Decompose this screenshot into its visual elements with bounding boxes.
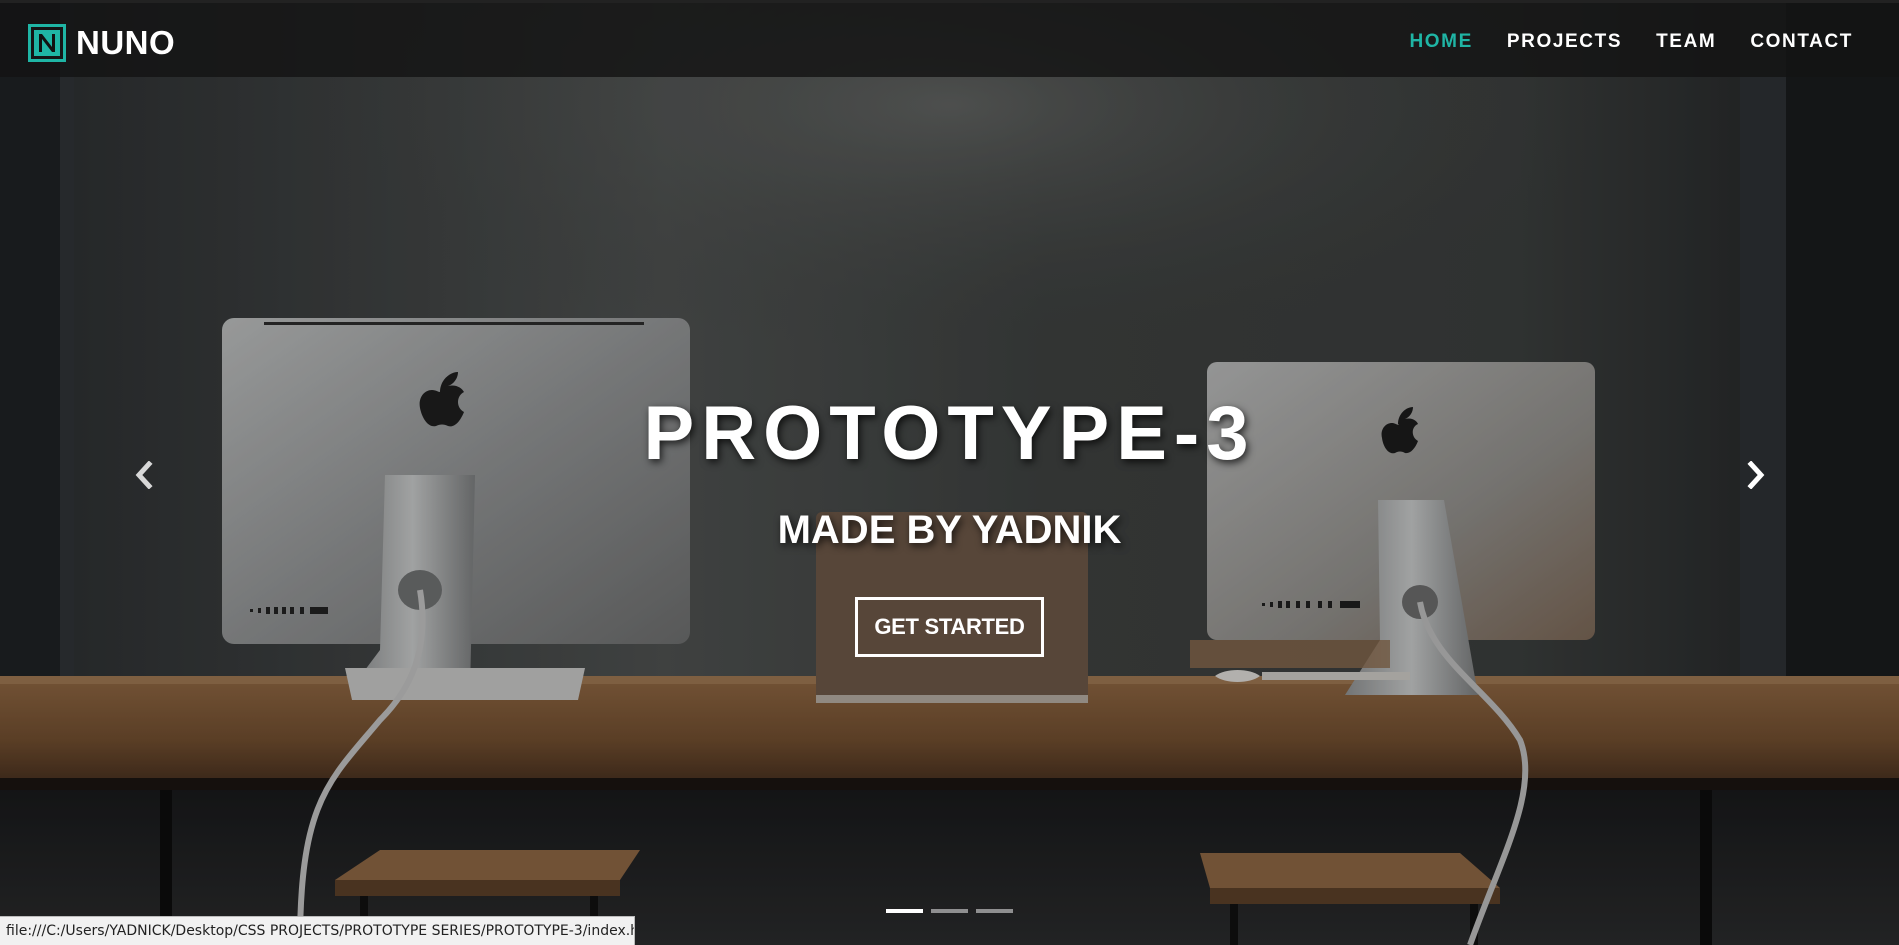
carousel-prev-button[interactable] — [124, 455, 164, 495]
browser-status-url: file:///C:/Users/YADNICK/Desktop/CSS PRO… — [0, 916, 635, 945]
carousel-indicator-2[interactable] — [931, 909, 968, 913]
chevron-left-icon — [135, 461, 153, 489]
carousel-next-button[interactable] — [1736, 455, 1776, 495]
hero-carousel: NUNO HOME PROJECTS TEAM CONTACT PROTOTYP… — [0, 0, 1899, 945]
chevron-right-icon — [1747, 461, 1765, 489]
hero-caption: PROTOTYPE-3 MADE BY YADNIK GET STARTED — [0, 0, 1899, 945]
carousel-indicators — [886, 909, 1013, 913]
get-started-button[interactable]: GET STARTED — [855, 597, 1044, 657]
carousel-indicator-1[interactable] — [886, 909, 923, 913]
hero-title: PROTOTYPE-3 — [643, 391, 1256, 476]
carousel-indicator-3[interactable] — [976, 909, 1013, 913]
hero-subtitle: MADE BY YADNIK — [777, 508, 1122, 552]
